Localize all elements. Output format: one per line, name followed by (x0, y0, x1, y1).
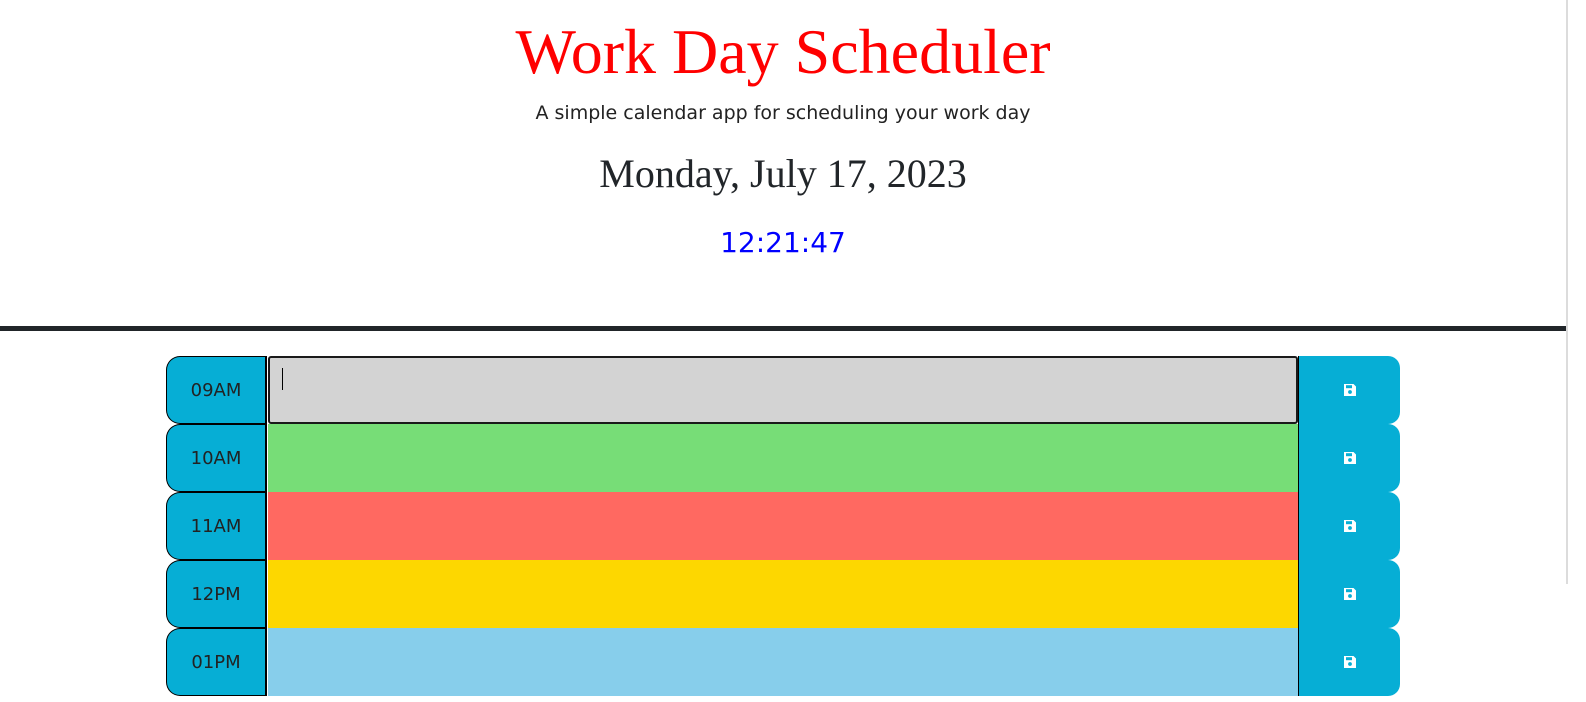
current-date: Monday, July 17, 2023 (599, 151, 967, 196)
hour-label: 11AM (166, 492, 267, 560)
event-input[interactable] (268, 492, 1298, 560)
hour-label: 10AM (166, 424, 267, 492)
event-input[interactable] (268, 424, 1298, 492)
page-title: Work Day Scheduler (515, 16, 1051, 87)
timeblock-row: 09AM (166, 356, 1400, 424)
text-cursor (282, 368, 283, 390)
hour-label: 12PM (166, 560, 267, 628)
event-input[interactable] (268, 560, 1298, 628)
timeblock-row: 01PM (166, 628, 1400, 696)
floppy-disk-icon (1343, 587, 1357, 601)
save-button[interactable] (1298, 356, 1400, 424)
timeblock-row: 10AM (166, 424, 1400, 492)
hour-label: 01PM (166, 628, 267, 696)
floppy-disk-icon (1343, 519, 1357, 533)
page-header: Work Day Scheduler A simple calendar app… (0, 0, 1566, 326)
floppy-disk-icon (1343, 451, 1357, 465)
scrollbar[interactable] (1566, 0, 1568, 584)
timeblock-list: 09AM 10AM 11AM 12PM 01PM (166, 356, 1400, 696)
save-button[interactable] (1298, 492, 1400, 560)
timeblock-row: 12PM (166, 560, 1400, 628)
timeblock-row: 11AM (166, 492, 1400, 560)
hour-label: 09AM (166, 356, 267, 424)
save-button[interactable] (1298, 628, 1400, 696)
floppy-disk-icon (1343, 655, 1357, 669)
floppy-disk-icon (1343, 383, 1357, 397)
current-time: 12:21:47 (720, 226, 846, 259)
save-button[interactable] (1298, 560, 1400, 628)
save-button[interactable] (1298, 424, 1400, 492)
event-input[interactable] (268, 628, 1298, 696)
event-input[interactable] (268, 356, 1298, 424)
header-divider (0, 326, 1566, 331)
page-subtitle: A simple calendar app for scheduling you… (535, 102, 1031, 124)
